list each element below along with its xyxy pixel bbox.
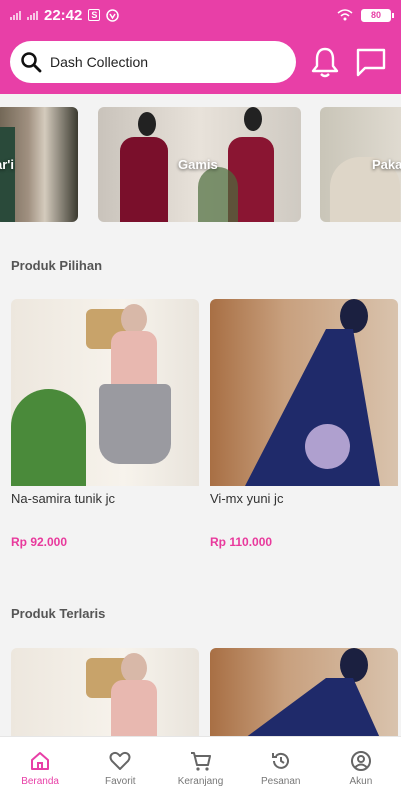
product-name: Vi-mx yuni jc bbox=[210, 491, 284, 506]
product-card[interactable] bbox=[210, 648, 398, 738]
vpn-icon bbox=[106, 8, 120, 22]
product-image bbox=[11, 299, 199, 486]
status-time: 22:42 bbox=[44, 6, 83, 24]
chat-button[interactable] bbox=[354, 45, 388, 79]
category-card-pakaian[interactable]: Paka bbox=[320, 107, 401, 222]
heart-icon bbox=[109, 751, 131, 770]
category-carousel[interactable]: ar'i Gamis Paka bbox=[0, 107, 401, 222]
search-bar[interactable]: Dash Collection bbox=[10, 41, 296, 83]
battery-icon: 80 bbox=[361, 8, 394, 22]
chat-icon bbox=[356, 48, 386, 77]
category-label: Paka bbox=[372, 157, 401, 172]
product-image bbox=[11, 648, 199, 738]
s-icon: S bbox=[88, 9, 101, 21]
nav-item-akun[interactable]: Akun bbox=[321, 737, 401, 800]
product-price: Rp 110.000 bbox=[210, 535, 273, 549]
category-card-gamis[interactable]: Gamis bbox=[98, 107, 301, 222]
cart-icon bbox=[190, 752, 211, 771]
nav-label: Beranda bbox=[21, 776, 59, 787]
product-card[interactable]: Vi-mx yuni jc Rp 110.000 bbox=[210, 299, 398, 549]
account-icon bbox=[350, 751, 371, 771]
search-icon bbox=[21, 52, 42, 73]
section-title-pilihan: Produk Pilihan bbox=[11, 258, 103, 273]
nav-item-favorit[interactable]: Favorit bbox=[80, 737, 160, 800]
category-label: ar'i bbox=[0, 157, 14, 172]
nav-label: Akun bbox=[349, 776, 373, 787]
nav-label: Favorit bbox=[105, 776, 136, 787]
category-card-syari[interactable]: ar'i bbox=[0, 107, 78, 222]
bell-icon bbox=[311, 47, 339, 78]
notification-button[interactable] bbox=[308, 45, 342, 79]
product-price: Rp 92.000 bbox=[11, 535, 68, 549]
nav-label: Keranjang bbox=[177, 776, 224, 787]
product-name: Na-samira tunik jc bbox=[11, 491, 116, 506]
category-label: Gamis bbox=[178, 157, 218, 172]
nav-item-pesanan[interactable]: Pesanan bbox=[241, 737, 321, 800]
app-header: Dash Collection bbox=[0, 30, 401, 94]
search-input[interactable]: Dash Collection bbox=[50, 54, 148, 70]
home-icon bbox=[31, 752, 50, 770]
section-title-terlaris: Produk Terlaris bbox=[11, 606, 106, 621]
status-bar: 22:42 S 80 bbox=[0, 0, 401, 30]
bottom-navigation: Beranda Favorit Keranjang Pesanan Akun bbox=[0, 736, 401, 800]
signal-icon-2 bbox=[27, 10, 38, 20]
nav-item-keranjang[interactable]: Keranjang bbox=[160, 737, 240, 800]
signal-icon bbox=[10, 10, 21, 20]
product-card[interactable] bbox=[11, 648, 199, 738]
product-card[interactable]: Na-samira tunik jc Rp 92.000 bbox=[11, 299, 199, 549]
product-image bbox=[210, 648, 398, 738]
nav-label: Pesanan bbox=[260, 776, 301, 787]
nav-item-beranda[interactable]: Beranda bbox=[0, 737, 80, 800]
product-image bbox=[210, 299, 398, 486]
history-icon bbox=[271, 752, 289, 769]
wifi-icon bbox=[337, 9, 353, 21]
